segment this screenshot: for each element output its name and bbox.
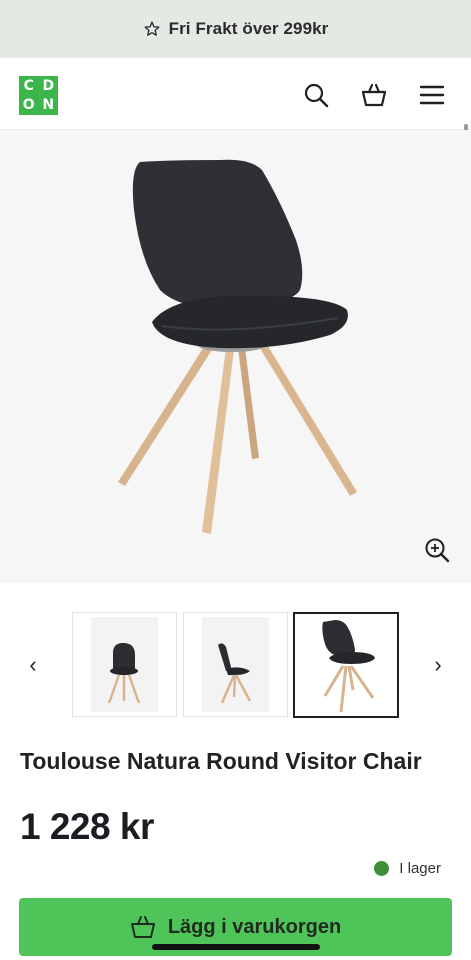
- product-price: 1 228 kr: [20, 806, 154, 847]
- product-title: Toulouse Natura Round Visitor Chair: [20, 748, 422, 774]
- product-image[interactable]: [0, 130, 471, 583]
- stock-status-label: I lager: [399, 860, 441, 877]
- chair-thumbnail-image: [107, 643, 141, 704]
- chair-image: [118, 159, 357, 534]
- logo-letter: O: [22, 97, 35, 114]
- menu-icon[interactable]: [419, 82, 445, 108]
- basket-icon: [130, 916, 155, 938]
- cdon-logo[interactable]: C D O N: [19, 76, 58, 115]
- gallery-prev-button[interactable]: ‹: [23, 654, 43, 676]
- logo-letter: D: [42, 77, 55, 94]
- gallery-next-button[interactable]: ›: [428, 654, 448, 676]
- thumbnail-item[interactable]: [72, 612, 177, 717]
- star-icon: [144, 21, 160, 36]
- basket-icon[interactable]: [361, 82, 387, 108]
- logo-letter: C: [23, 77, 34, 94]
- zoom-in-icon[interactable]: [423, 536, 451, 564]
- site-header: C D O N: [0, 58, 471, 302]
- promo-bar: Fri Frakt över 299kr: [0, 0, 471, 58]
- thumbnail-item[interactable]: [183, 612, 288, 717]
- chair-thumbnail-image: [322, 620, 375, 713]
- chair-thumbnail-image: [218, 643, 252, 704]
- thumbnail-item-selected[interactable]: [293, 612, 399, 718]
- search-icon[interactable]: [303, 82, 329, 108]
- logo-letter: N: [42, 97, 55, 114]
- stock-status: I lager: [374, 860, 441, 877]
- add-to-cart-label: Lägg i varukorgen: [167, 915, 342, 938]
- home-indicator[interactable]: [152, 944, 320, 950]
- promo-text: Fri Frakt över 299kr: [168, 19, 329, 38]
- stock-indicator-icon: [374, 861, 390, 876]
